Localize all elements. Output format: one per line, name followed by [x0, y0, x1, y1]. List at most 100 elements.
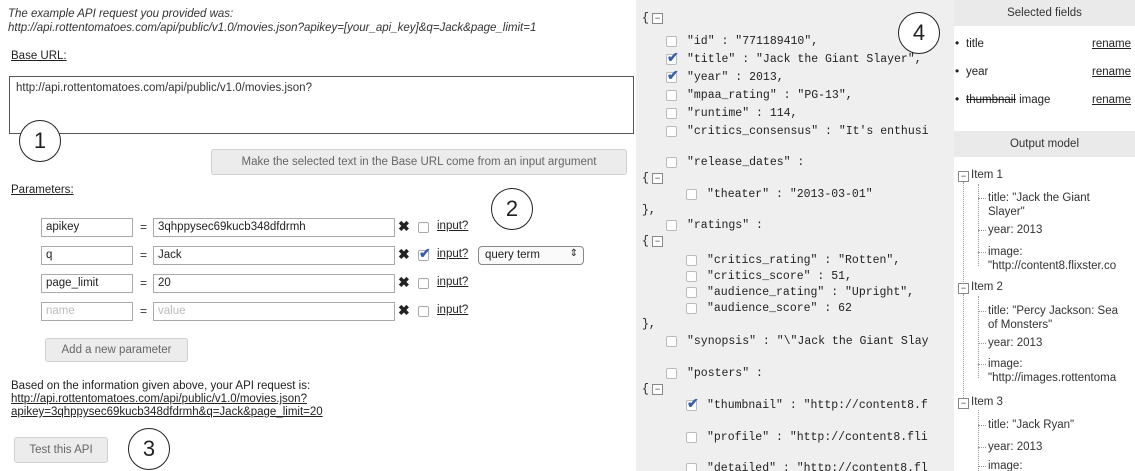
- collapse-toggle-icon[interactable]: −: [652, 13, 663, 24]
- input-toggle-link[interactable]: input?: [437, 276, 468, 288]
- input-toggle-link[interactable]: input?: [437, 304, 468, 316]
- json-field: "thumbnail" : "http://content8.f: [707, 399, 928, 412]
- input-toggle-link[interactable]: input?: [437, 248, 468, 260]
- json-open-brace: {: [642, 12, 649, 25]
- output-field: "http://images.rottentoma: [988, 372, 1117, 384]
- base-url-label-text: Base URL: [11, 50, 64, 62]
- json-field-checkbox[interactable]: [666, 90, 677, 101]
- remove-param-icon[interactable]: ✖: [398, 274, 410, 291]
- input-checkbox[interactable]: [418, 278, 429, 289]
- step-marker-3: 3: [128, 428, 170, 470]
- new-param-row: name = value ✖ input?: [0, 302, 636, 321]
- tree-connector: [978, 184, 979, 266]
- equals-sign: =: [140, 220, 148, 234]
- json-field-checkbox[interactable]: [666, 336, 677, 347]
- json-field-checkbox[interactable]: [686, 395, 699, 412]
- json-field-checkbox[interactable]: [686, 432, 697, 443]
- new-param-value-input[interactable]: value: [153, 302, 395, 321]
- rename-link[interactable]: rename: [1092, 38, 1131, 50]
- input-type-select[interactable]: query term ⇕: [478, 246, 584, 265]
- remove-param-icon[interactable]: ✖: [398, 302, 410, 319]
- input-checkbox[interactable]: [418, 245, 431, 262]
- base-url-textarea[interactable]: http://api.rottentomatoes.com/api/public…: [9, 76, 634, 134]
- input-toggle-link[interactable]: input?: [437, 220, 468, 232]
- output-field: image:: [988, 246, 1023, 258]
- result-url-link-continued[interactable]: apikey=3qhppysec69kucb348dfdrmh&q=Jack&p…: [11, 406, 323, 419]
- collapse-toggle-icon[interactable]: −: [652, 236, 663, 247]
- collapse-toggle-icon[interactable]: −: [958, 171, 969, 182]
- tree-connector: [978, 425, 986, 426]
- output-field: year: 2013: [988, 441, 1043, 453]
- json-field-checkbox[interactable]: [666, 126, 677, 137]
- param-name-input[interactable]: q: [41, 246, 133, 265]
- output-item-label: Item 3: [971, 396, 1003, 408]
- json-field: "audience_rating" : "Upright",: [707, 286, 915, 299]
- json-field-checkbox[interactable]: [666, 49, 679, 66]
- rename-link[interactable]: rename: [1092, 94, 1131, 106]
- collapse-toggle-icon[interactable]: −: [958, 283, 969, 294]
- input-checkbox[interactable]: [418, 306, 429, 317]
- json-field: "title" : "Jack the Giant Slayer",: [687, 53, 922, 66]
- json-field-checkbox[interactable]: [686, 303, 697, 314]
- output-field: year: 2013: [988, 224, 1043, 236]
- tree-connector: [978, 364, 986, 365]
- tree-connector: [978, 252, 986, 253]
- json-field-checkbox[interactable]: [686, 271, 697, 282]
- input-checkbox[interactable]: [418, 222, 429, 233]
- example-request-text: The example API request you provided was…: [8, 7, 536, 35]
- json-field-checkbox[interactable]: [666, 220, 677, 231]
- output-item-label: Item 1: [971, 169, 1003, 181]
- param-row: apikey = 3qhppysec69kucb348dfdrmh ✖ inpu…: [0, 218, 636, 237]
- selected-fields-header: Selected fields: [954, 0, 1135, 26]
- json-field: "runtime" : 114,: [687, 107, 798, 120]
- json-field: "id" : "771189410",: [687, 35, 819, 48]
- bullet-icon: •: [955, 92, 960, 106]
- json-field: "release_dates" :: [687, 156, 805, 169]
- rename-link[interactable]: rename: [1092, 66, 1131, 78]
- intro-line-2: http://api.rottentomatoes.com/api/public…: [8, 22, 537, 34]
- select-arrows-icon: ⇕: [569, 248, 578, 259]
- param-value-input[interactable]: 3qhppysec69kucb348dfdrmh: [153, 218, 395, 237]
- output-field: "http://content8.flixster.co: [988, 260, 1117, 272]
- remove-param-icon[interactable]: ✖: [398, 218, 410, 235]
- json-field-checkbox[interactable]: [666, 108, 677, 119]
- json-field-checkbox[interactable]: [686, 189, 697, 200]
- json-field-checkbox[interactable]: [686, 287, 697, 298]
- output-field: title: "Jack Ryan": [988, 419, 1075, 431]
- remove-param-icon[interactable]: ✖: [398, 246, 410, 263]
- test-api-button[interactable]: Test this API: [14, 437, 108, 463]
- param-row: q = Jack ✖ input? query term ⇕: [0, 245, 636, 265]
- json-field-checkbox[interactable]: [686, 255, 697, 266]
- make-input-argument-button[interactable]: Make the selected text in the Base URL c…: [211, 149, 627, 175]
- tree-connector: [978, 311, 986, 312]
- intro-line-1: The example API request you provided was…: [8, 8, 234, 20]
- result-url-link[interactable]: http://api.rottentomatoes.com/api/public…: [11, 393, 323, 406]
- param-value-input[interactable]: Jack: [153, 246, 395, 265]
- selected-field-label: title: [966, 38, 984, 50]
- param-name-input[interactable]: page_limit: [41, 274, 133, 293]
- tree-connector: [963, 182, 964, 282]
- output-field: Slayer": [988, 206, 1025, 218]
- equals-sign: =: [140, 304, 148, 318]
- selected-field-label: year: [966, 66, 989, 78]
- output-model-header: Output model: [954, 131, 1135, 157]
- json-field-checkbox[interactable]: [686, 463, 697, 471]
- json-field-checkbox[interactable]: [666, 36, 677, 47]
- new-param-name-input[interactable]: name: [41, 302, 133, 321]
- selection-panel: Selected fields • title rename • year re…: [954, 0, 1135, 471]
- equals-sign: =: [140, 248, 148, 262]
- json-field-checkbox[interactable]: [666, 67, 679, 84]
- selected-field-item: • year rename: [954, 64, 1135, 81]
- add-parameter-button[interactable]: Add a new parameter: [45, 338, 188, 362]
- param-name-input[interactable]: apikey: [41, 218, 133, 237]
- collapse-toggle-icon[interactable]: −: [652, 384, 663, 395]
- step-marker-1: 1: [19, 120, 61, 162]
- json-field-checkbox[interactable]: [666, 157, 677, 168]
- collapse-toggle-icon[interactable]: −: [958, 398, 969, 409]
- param-value-input[interactable]: 20: [153, 274, 395, 293]
- json-field-checkbox[interactable]: [666, 368, 677, 379]
- collapse-toggle-icon[interactable]: −: [652, 173, 663, 184]
- step-marker-4: 4: [898, 12, 940, 54]
- tree-connector: [978, 230, 986, 231]
- tree-connector: [978, 447, 986, 448]
